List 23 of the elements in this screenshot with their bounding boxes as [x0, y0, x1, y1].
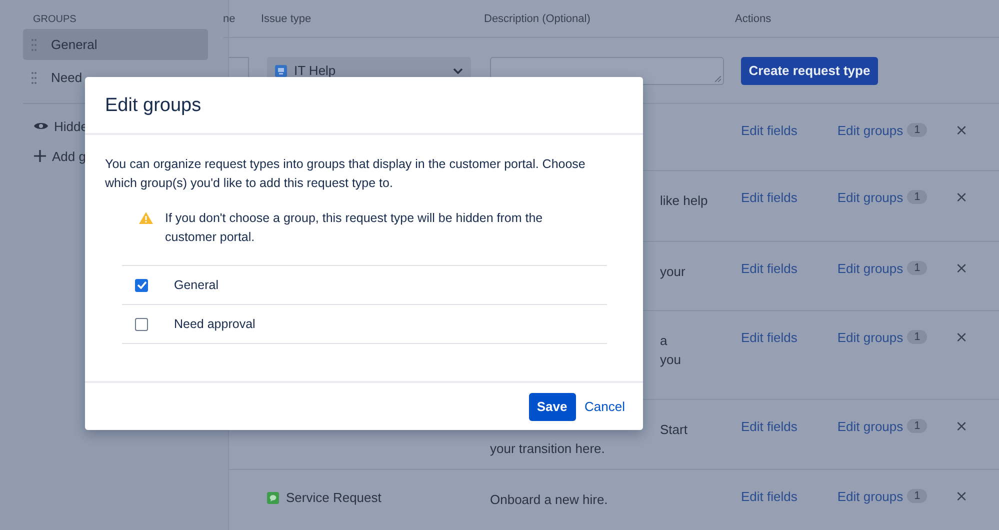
count-badge: 1 [907, 261, 928, 275]
intro-text: You can organize request types into groups that display in the customer portal. Choose which group(s) you'd like to add this request type to. [105, 156, 586, 192]
description-text: your transition here. [490, 440, 606, 458]
count-badge: 1 [907, 190, 928, 204]
checkbox-label: General [174, 278, 218, 292]
column-header: ne [223, 12, 236, 24]
count-badge: 1 [907, 330, 928, 344]
count-badge: 1 [907, 419, 928, 433]
description-text: your [659, 263, 686, 281]
column-header: Actions [735, 12, 772, 24]
description-text: like help [659, 192, 709, 210]
issue-type-label: Service Request [286, 490, 382, 505]
description-text: a [659, 332, 668, 350]
checkbox-label: Need approval [174, 317, 256, 331]
description-text: Onboard a new hire. [490, 491, 609, 509]
count-badge: 1 [907, 489, 928, 503]
column-header: Issue type [261, 12, 312, 24]
count-badge: 1 [907, 123, 928, 137]
description-text: Start [659, 421, 688, 439]
column-header: Description (Optional) [484, 12, 592, 24]
dialog-title: Edit groups [85, 77, 643, 135]
description-text: you [659, 351, 682, 369]
warning-text: If you don't choose a group, this request type will be hidden from the customer portal. [165, 210, 544, 246]
